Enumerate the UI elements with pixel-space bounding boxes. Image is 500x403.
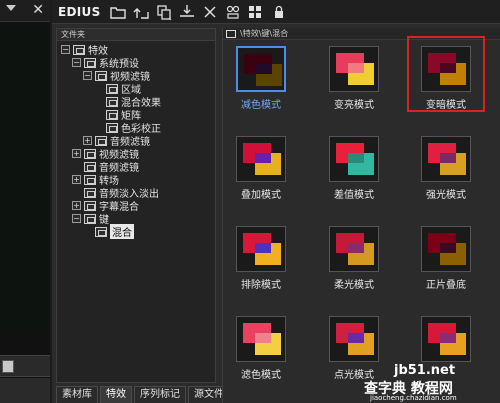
tree-item[interactable]: − 键 — [72, 212, 109, 226]
effect-label: 差值模式 — [334, 190, 374, 201]
tree-item-label: 键 — [99, 215, 109, 226]
folder-tree-panel: 文件夹 − 特效 − 系统预设 − 视频滤镜 区域 混合效果 矩阵 色彩校正 + 音频滤镜 + 视频滤镜音… — [56, 28, 216, 383]
tree-item[interactable]: 混合 — [83, 224, 134, 239]
collapse-icon[interactable]: − — [83, 71, 92, 80]
effect-tile[interactable]: 变亮模式 — [319, 42, 389, 122]
collapse-icon[interactable]: − — [72, 214, 81, 223]
thumbnail-overlap — [255, 243, 271, 253]
effect-tile[interactable]: 排除模式 — [226, 222, 296, 302]
effect-thumbnail — [421, 226, 471, 272]
thumbnail-overlap — [440, 333, 456, 343]
folder-icon — [95, 226, 107, 237]
scrollbar[interactable] — [0, 355, 50, 377]
effect-label: 滤色模式 — [241, 370, 281, 381]
effects-grid-panel: \特效\键\混合 减色模式 变亮模式 变暗模式 叠加模式 差值模式 强光模式 排除模式 柔光模… — [222, 28, 500, 403]
thumbnail-overlap — [348, 243, 364, 253]
effect-label: 柔光模式 — [334, 280, 374, 291]
effect-label: 正片叠底 — [426, 280, 466, 291]
effect-tile[interactable]: 叠加模式 — [226, 132, 296, 212]
effect-thumbnail — [236, 46, 286, 92]
tab-effects[interactable]: 特效 — [100, 386, 132, 403]
folder-icon — [84, 148, 96, 159]
folder-icon — [95, 135, 107, 146]
effect-tile[interactable]: 柔光模式 — [319, 222, 389, 302]
effect-tile[interactable]: 强光模式 — [411, 132, 481, 212]
settings-icon[interactable] — [224, 4, 242, 20]
folder-icon — [106, 83, 118, 94]
left-panel-header: ✕ — [0, 0, 50, 22]
effect-thumbnail — [329, 46, 379, 92]
effect-tile[interactable]: 滤色模式 — [226, 312, 296, 392]
left-panel: ✕ — [0, 0, 50, 403]
effect-tile[interactable]: 正片叠底 — [411, 222, 481, 302]
effect-tile[interactable]: 减色模式 — [226, 42, 296, 122]
folder-icon — [226, 29, 236, 38]
tree-item-label: 混合 — [110, 224, 134, 239]
folder-icon — [84, 213, 96, 224]
effect-thumbnail — [236, 226, 286, 272]
highlight-box — [407, 36, 485, 112]
folder-icon — [106, 122, 118, 133]
tab-material-library[interactable]: 素材库 — [56, 386, 98, 403]
folder-icon — [84, 57, 96, 68]
lock-icon[interactable] — [270, 4, 288, 20]
effect-thumbnail — [329, 226, 379, 272]
effect-thumbnail — [236, 136, 286, 182]
import-icon[interactable] — [178, 4, 196, 20]
expand-icon[interactable]: + — [72, 201, 81, 210]
view-icon[interactable] — [247, 4, 265, 20]
player-area — [0, 24, 50, 332]
expand-icon[interactable]: + — [72, 175, 81, 184]
copy-icon[interactable] — [155, 4, 173, 20]
effect-thumbnail — [329, 136, 379, 182]
thumbnail-overlap — [256, 64, 272, 74]
effect-label: 减色模式 — [241, 100, 281, 111]
close-icon[interactable]: ✕ — [32, 2, 44, 18]
effect-thumbnail — [421, 136, 471, 182]
folder-icon — [106, 109, 118, 120]
thumbnail-overlap — [255, 153, 271, 163]
left-panel-footer — [0, 378, 50, 403]
folder-icon — [84, 174, 96, 185]
path-label: \特效\键\混合 — [240, 29, 289, 38]
effect-tile[interactable]: 差值模式 — [319, 132, 389, 212]
folder-icon — [84, 187, 96, 198]
effects-palette: EDIUS 文件夹 − 特效 − 系统预设 − 视频滤镜 区域 混合效果 矩阵 色彩校正 + 音频滤镜… — [52, 0, 500, 403]
effect-label: 强光模式 — [426, 190, 466, 201]
watermark-site: jb51.net — [394, 363, 456, 378]
effect-thumbnail — [329, 316, 379, 362]
tab-sequence-markers[interactable]: 序列标记 — [134, 386, 186, 403]
cut-icon[interactable] — [201, 4, 219, 20]
expand-icon[interactable]: + — [83, 136, 92, 145]
scrollbar-thumb[interactable] — [2, 360, 14, 373]
toolbar: EDIUS — [52, 0, 500, 24]
collapse-icon[interactable]: − — [61, 45, 70, 54]
collapse-icon[interactable]: − — [72, 58, 81, 67]
folder-icon — [95, 70, 107, 81]
dropdown-icon[interactable] — [6, 5, 16, 11]
thumbnail-overlap — [348, 63, 364, 73]
effect-label: 排除模式 — [241, 280, 281, 291]
up-folder-icon[interactable] — [132, 4, 150, 20]
thumbnail-overlap — [440, 243, 456, 253]
effect-thumbnail — [236, 316, 286, 362]
expand-icon[interactable]: + — [72, 149, 81, 158]
folder-icon — [73, 44, 85, 55]
thumbnail-overlap — [255, 333, 271, 343]
folder-icon[interactable] — [109, 4, 127, 20]
effect-thumbnail — [421, 316, 471, 362]
thumbnail-overlap — [348, 333, 364, 343]
effect-label: 叠加模式 — [241, 190, 281, 201]
watermark-subtext: jiaocheng.chazidian.com — [370, 394, 457, 402]
folder-icon — [84, 200, 96, 211]
folder-icon — [106, 96, 118, 107]
thumbnail-overlap — [348, 153, 364, 163]
effect-label: 变亮模式 — [334, 100, 374, 111]
thumbnail-overlap — [440, 153, 456, 163]
folder-panel-header: 文件夹 — [57, 29, 215, 41]
brand-label: EDIUS — [58, 4, 101, 19]
folder-icon — [84, 161, 96, 172]
